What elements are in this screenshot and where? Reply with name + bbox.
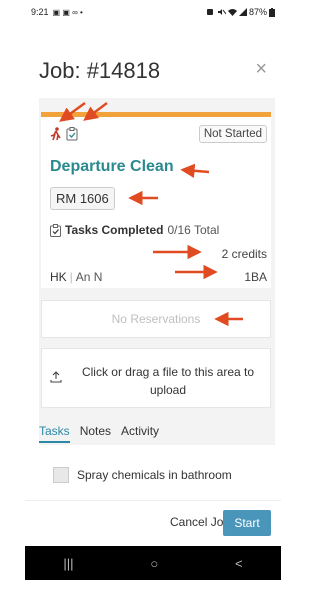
upload-icon — [50, 371, 62, 383]
footer-divider — [25, 500, 281, 501]
job-icons — [50, 127, 78, 141]
page-title: Job: #14818 — [39, 58, 161, 83]
start-button[interactable]: Start — [223, 510, 271, 536]
room-badge: RM 1606 — [50, 187, 115, 210]
android-nav-bar: ||| ○ < — [25, 546, 281, 580]
task-label: Spray chemicals in bathroom — [77, 468, 232, 482]
clipboard-check-icon — [50, 223, 61, 237]
status-time: 9:21 — [31, 7, 49, 17]
reservations-box: No Reservations — [41, 300, 271, 338]
credits-value: 2 credits — [221, 247, 267, 261]
tab-bar: Tasks Notes Activity — [39, 424, 159, 443]
upload-instructions: Click or drag a file to this area to upl… — [81, 365, 255, 397]
job-card: Not Started Departure Clean RM 1606 Task… — [41, 112, 271, 288]
task-item: Spray chemicals in bathroom — [53, 467, 232, 483]
hk-separator: | — [69, 270, 73, 284]
bath-count: 1BA — [244, 270, 267, 284]
file-upload-dropzone[interactable]: Click or drag a file to this area to upl… — [41, 348, 271, 408]
mute-icon — [217, 9, 226, 15]
close-icon[interactable]: × — [255, 58, 267, 80]
cancel-job-button[interactable]: Cancel Job — [170, 515, 230, 529]
status-left: 9:21 ▣ ▣ ∞ • — [31, 7, 83, 17]
signal-icon — [238, 8, 247, 16]
housekeeper-line: HK | An N — [50, 270, 102, 284]
modal-header: Job: #14818 × — [25, 50, 281, 98]
tasks-completed-value: 0/16 Total — [167, 223, 220, 237]
home-icon[interactable]: ○ — [150, 556, 158, 571]
tab-activity[interactable]: Activity — [121, 424, 159, 443]
notification-icons: ▣ ▣ ∞ • — [52, 7, 83, 17]
running-person-icon — [50, 127, 61, 141]
status-badge: Not Started — [198, 125, 267, 143]
battery-icon — [269, 7, 275, 17]
recents-icon[interactable]: ||| — [63, 556, 73, 571]
task-checkbox[interactable] — [53, 467, 69, 483]
tab-notes[interactable]: Notes — [80, 424, 111, 443]
alarm-icon — [206, 9, 213, 15]
hk-name: An N — [75, 270, 103, 284]
tasks-completed-line: Tasks Completed 0/16 Total — [50, 223, 219, 237]
tab-tasks[interactable]: Tasks — [39, 424, 70, 443]
modal-content: Not Started Departure Clean RM 1606 Task… — [39, 98, 275, 445]
wifi-icon — [227, 9, 237, 16]
back-icon[interactable]: < — [235, 556, 243, 571]
status-bar: 9:21 ▣ ▣ ∞ • 87% — [25, 0, 281, 24]
tasks-completed-label: Tasks Completed — [65, 223, 164, 237]
hk-label: HK — [50, 270, 67, 284]
clipboard-check-icon — [66, 127, 78, 141]
phone-screen: 9:21 ▣ ▣ ∞ • 87% Job: #14818 × Not Start… — [25, 0, 281, 598]
battery-percent: 87% — [248, 7, 267, 17]
job-type-title: Departure Clean — [50, 158, 174, 175]
status-right: 87% — [205, 7, 275, 17]
